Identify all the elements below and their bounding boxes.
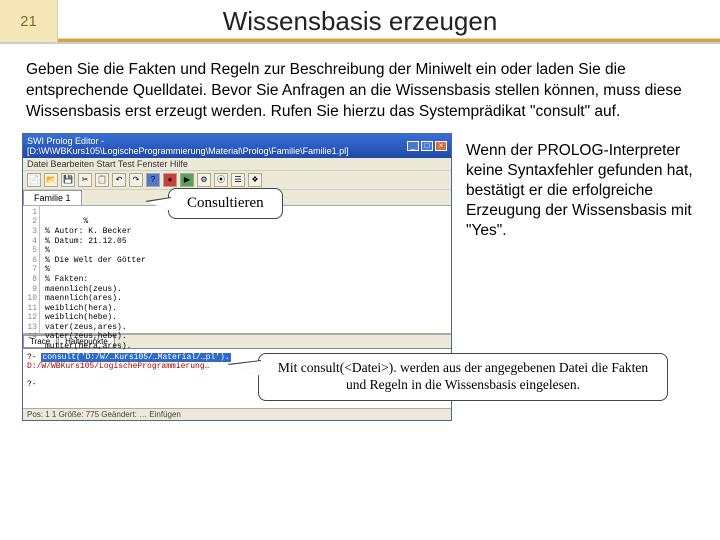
menu-bar[interactable]: Datei Bearbeiten Start Test Fenster Hilf… [23, 158, 451, 171]
console-prompt: ?- [27, 353, 37, 362]
code-content: % % Autor: K. Becker % Datum: 21.12.05 %… [45, 217, 146, 351]
callout-text: Consultieren [187, 195, 264, 211]
tab-file[interactable]: Familie 1 [23, 190, 82, 205]
tool-icon[interactable]: ⦿ [214, 173, 228, 187]
tool-icon[interactable]: ☰ [231, 173, 245, 187]
tool-icon[interactable]: ↷ [129, 173, 143, 187]
screenshot-area: SWI Prolog Editor - [D:\W\WBKurs105\Logi… [22, 133, 452, 421]
tool-icon[interactable]: ↶ [112, 173, 126, 187]
tool-icon[interactable]: 📂 [44, 173, 58, 187]
callout-text: Mit consult(<Datei>). werden aus der ang… [278, 360, 648, 392]
tool-icon[interactable]: ✂ [78, 173, 92, 187]
tool-icon[interactable]: 📄 [27, 173, 41, 187]
maximize-button[interactable]: □ [421, 141, 433, 151]
slide-title: Wissensbasis erzeugen [58, 6, 720, 37]
toolbar[interactable]: 📄 📂 💾 ✂ 📋 ↶ ↷ ? ● ▶ ⚙ ⦿ ☰ ❖ [23, 171, 451, 190]
callout-explain: Mit consult(<Datei>). werden aus der ang… [258, 353, 668, 401]
tool-icon[interactable]: 📋 [95, 173, 109, 187]
tool-icon[interactable]: 💾 [61, 173, 75, 187]
tool-icon[interactable]: ? [146, 173, 160, 187]
body-text: Geben Sie die Fakten und Regeln zur Besc… [0, 44, 720, 133]
window-title: SWI Prolog Editor - [D:\W\WBKurs105\Logi… [27, 136, 407, 156]
callout-consult: Consultieren [168, 188, 283, 219]
slide-number: 21 [0, 0, 58, 42]
status-bar: Pos: 1 1 Größe: 775 Geändert: … Einfügen [23, 408, 451, 420]
code-editor[interactable]: 1234567891011121314% % Autor: K. Becker … [23, 206, 451, 334]
close-button[interactable]: × [435, 141, 447, 151]
tool-icon[interactable]: ● [163, 173, 177, 187]
window-titlebar: SWI Prolog Editor - [D:\W\WBKurs105\Logi… [23, 134, 451, 158]
tool-icon[interactable]: ❖ [248, 173, 262, 187]
minimize-button[interactable]: _ [407, 141, 419, 151]
line-gutter: 1234567891011121314 [23, 208, 37, 342]
tool-icon[interactable]: ▶ [180, 173, 194, 187]
tool-icon[interactable]: ⚙ [197, 173, 211, 187]
